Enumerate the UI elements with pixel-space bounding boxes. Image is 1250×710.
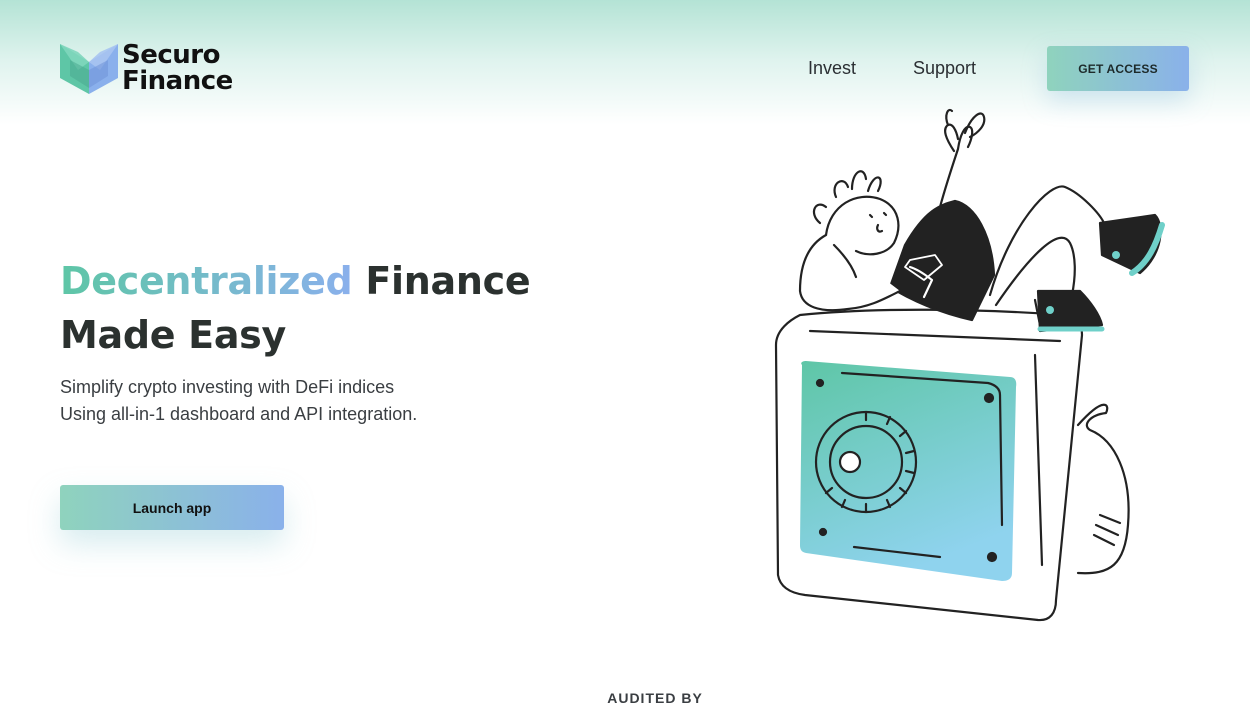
hero-title: Decentralized Finance Made Easy	[60, 254, 580, 362]
hero-title-highlight: Decentralized	[60, 259, 353, 303]
launch-app-button[interactable]: Launch app	[60, 485, 284, 530]
hero-title-line2: Made Easy	[60, 313, 286, 357]
hero-title-rest: Finance	[352, 259, 531, 303]
nav-link-support[interactable]: Support	[913, 58, 976, 79]
brand-name-line1: Securo	[122, 40, 220, 70]
brand-name: Securo Finance	[122, 42, 233, 94]
get-access-button[interactable]: GET ACCESS	[1047, 46, 1189, 91]
brand-logo-link[interactable]: Securo Finance	[60, 42, 233, 94]
hero-subtitle-line2: Using all-in-1 dashboard and API integra…	[60, 404, 418, 424]
audited-by-label: AUDITED BY	[607, 690, 703, 706]
hero-subtitle: Simplify crypto investing with DeFi indi…	[60, 374, 500, 428]
nav-link-invest[interactable]: Invest	[808, 58, 856, 79]
securo-logo-icon	[60, 44, 118, 94]
person-on-safe-illustration	[774, 108, 1165, 622]
brand-name-line2: Finance	[122, 66, 233, 96]
hero-subtitle-line1: Simplify crypto investing with DeFi indi…	[60, 377, 395, 397]
